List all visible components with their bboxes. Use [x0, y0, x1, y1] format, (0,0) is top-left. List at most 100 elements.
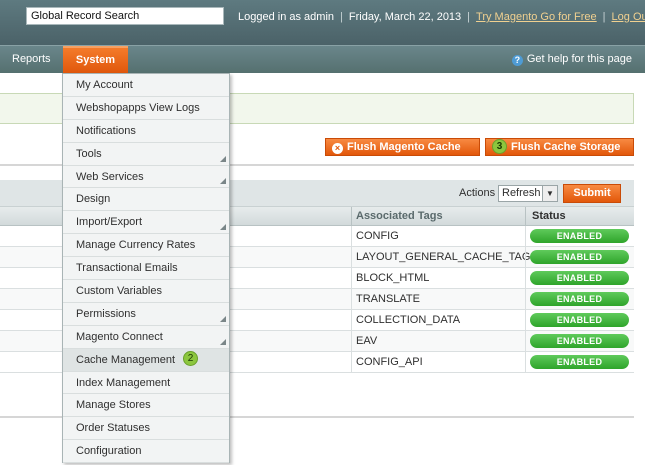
- menu-item-custom-variables[interactable]: Custom Variables: [63, 280, 229, 303]
- submenu-arrow-icon: [220, 178, 226, 185]
- column-divider: [351, 247, 352, 267]
- column-divider: [351, 310, 352, 330]
- step-badge: 3: [492, 139, 507, 155]
- date-text: Friday, March 22, 2013: [348, 11, 462, 23]
- menu-item-manage-stores[interactable]: Manage Stores: [63, 394, 229, 418]
- menu-item-label: Tools: [76, 147, 102, 160]
- column-divider: [525, 247, 526, 267]
- menu-item-label: Import/Export: [76, 216, 143, 229]
- menu-item-label: Transactional Emails: [76, 262, 178, 275]
- nav-system[interactable]: System: [63, 46, 128, 73]
- column-divider: [351, 352, 352, 372]
- global-search-input[interactable]: [26, 7, 224, 25]
- separator: |: [602, 11, 606, 23]
- associated-tag: CONFIG_API: [356, 356, 423, 368]
- menu-item-cache-management[interactable]: Cache Management 2: [63, 348, 229, 372]
- status-badge: ENABLED: [530, 271, 629, 285]
- step-badge: 2: [183, 351, 199, 367]
- separator: |: [467, 11, 471, 23]
- column-divider: [525, 226, 526, 246]
- menu-item-label: Manage Currency Rates: [76, 239, 196, 252]
- column-divider: [351, 289, 352, 309]
- menu-item-design[interactable]: Design: [63, 188, 229, 212]
- top-header: Logged in as admin | Friday, March 22, 201…: [0, 0, 645, 45]
- help-link[interactable]: ? Get help for this page: [511, 46, 632, 73]
- flush-storage-label: Flush Cache Storage: [511, 141, 621, 153]
- logged-in-text: Logged in as admin: [238, 11, 335, 23]
- menu-item-label: Order Statuses: [76, 422, 150, 435]
- menu-item-label: Web Services: [76, 170, 144, 183]
- menu-item-tools[interactable]: Tools: [63, 142, 229, 166]
- menu-item-order-statuses[interactable]: Order Statuses: [63, 417, 229, 441]
- actions-select-value: Refresh: [502, 187, 541, 199]
- menu-item-manage-currency-rates[interactable]: Manage Currency Rates: [63, 234, 229, 258]
- column-divider: [525, 310, 526, 330]
- column-divider: [351, 207, 352, 226]
- flush-magento-label: Flush Magento Cache: [347, 141, 461, 153]
- help-icon: ?: [511, 55, 523, 66]
- menu-item-configuration[interactable]: Configuration: [63, 440, 229, 464]
- menu-item-my-account[interactable]: My Account: [63, 74, 229, 97]
- status-badge: ENABLED: [530, 292, 629, 306]
- header-links: Logged in as admin | Friday, March 22, 201…: [238, 11, 645, 23]
- associated-tag: TRANSLATE: [356, 293, 420, 305]
- column-divider: [525, 352, 526, 372]
- menu-item-label: Webshopapps View Logs: [76, 101, 200, 114]
- actions-label: Actions: [459, 187, 496, 199]
- menu-item-label: My Account: [76, 79, 133, 91]
- menu-item-magento-connect[interactable]: Magento Connect: [63, 325, 229, 349]
- submenu-arrow-icon: [220, 224, 226, 231]
- menu-item-label: Configuration: [76, 445, 142, 458]
- flush-magento-cache-button[interactable]: × Flush Magento Cache: [325, 138, 480, 156]
- try-magento-go-link[interactable]: Try Magento Go for Free: [476, 11, 597, 23]
- status-badge: ENABLED: [530, 334, 629, 348]
- col-associated-tags[interactable]: Associated Tags: [356, 207, 443, 226]
- submenu-arrow-icon: [220, 338, 226, 345]
- associated-tag: CONFIG: [356, 230, 399, 242]
- chevron-down-icon: ▼: [542, 186, 557, 201]
- status-badge: ENABLED: [530, 355, 629, 369]
- menu-item-label: Manage Stores: [76, 399, 151, 412]
- submenu-arrow-icon: [220, 315, 226, 322]
- menu-item-transactional-emails[interactable]: Transactional Emails: [63, 257, 229, 281]
- menu-item-label: Magento Connect: [76, 330, 163, 343]
- menu-item-label: Permissions: [76, 307, 136, 320]
- nav-reports[interactable]: Reports: [12, 46, 51, 73]
- menu-item-label: Index Management: [76, 376, 171, 389]
- associated-tag: COLLECTION_DATA: [356, 314, 461, 326]
- system-dropdown-menu: My Account Webshopapps View Logs Notificat…: [62, 73, 230, 464]
- associated-tag: EAV: [356, 335, 378, 347]
- menu-item-label: Design: [76, 193, 111, 206]
- column-divider: [525, 268, 526, 288]
- column-divider: [351, 331, 352, 351]
- help-label: Get help for this page: [526, 53, 632, 65]
- cancel-icon: ×: [332, 143, 343, 154]
- separator: |: [340, 11, 343, 23]
- col-status[interactable]: Status: [532, 207, 566, 226]
- main-nav: Reports System ? Get help for this page: [0, 45, 645, 73]
- status-badge: ENABLED: [530, 313, 629, 327]
- menu-item-index-management[interactable]: Index Management: [63, 371, 229, 395]
- column-divider: [525, 331, 526, 351]
- column-divider: [525, 289, 526, 309]
- status-badge: ENABLED: [530, 250, 629, 264]
- column-divider: [525, 207, 526, 226]
- column-divider: [351, 268, 352, 288]
- menu-item-import-export[interactable]: Import/Export: [63, 211, 229, 235]
- menu-item-permissions[interactable]: Permissions: [63, 302, 229, 326]
- flush-cache-storage-button[interactable]: 3 Flush Cache Storage: [485, 138, 634, 156]
- menu-item-label: Custom Variables: [76, 285, 162, 298]
- menu-item-web-services[interactable]: Web Services: [63, 165, 229, 189]
- submit-button[interactable]: Submit: [563, 184, 621, 203]
- submenu-arrow-icon: [220, 155, 226, 162]
- status-badge: ENABLED: [530, 229, 629, 243]
- menu-item-label: Notifications: [76, 124, 136, 137]
- menu-item-notifications[interactable]: Notifications: [63, 119, 229, 143]
- associated-tag: BLOCK_HTML: [356, 272, 430, 284]
- menu-item-webshopapps-view-logs[interactable]: Webshopapps View Logs: [63, 96, 229, 120]
- logout-link[interactable]: Log Out: [612, 11, 645, 23]
- column-divider: [351, 226, 352, 246]
- associated-tag: LAYOUT_GENERAL_CACHE_TAG: [356, 251, 531, 263]
- menu-item-label: Cache Management: [76, 353, 176, 366]
- actions-select[interactable]: Refresh ▼: [498, 185, 558, 202]
